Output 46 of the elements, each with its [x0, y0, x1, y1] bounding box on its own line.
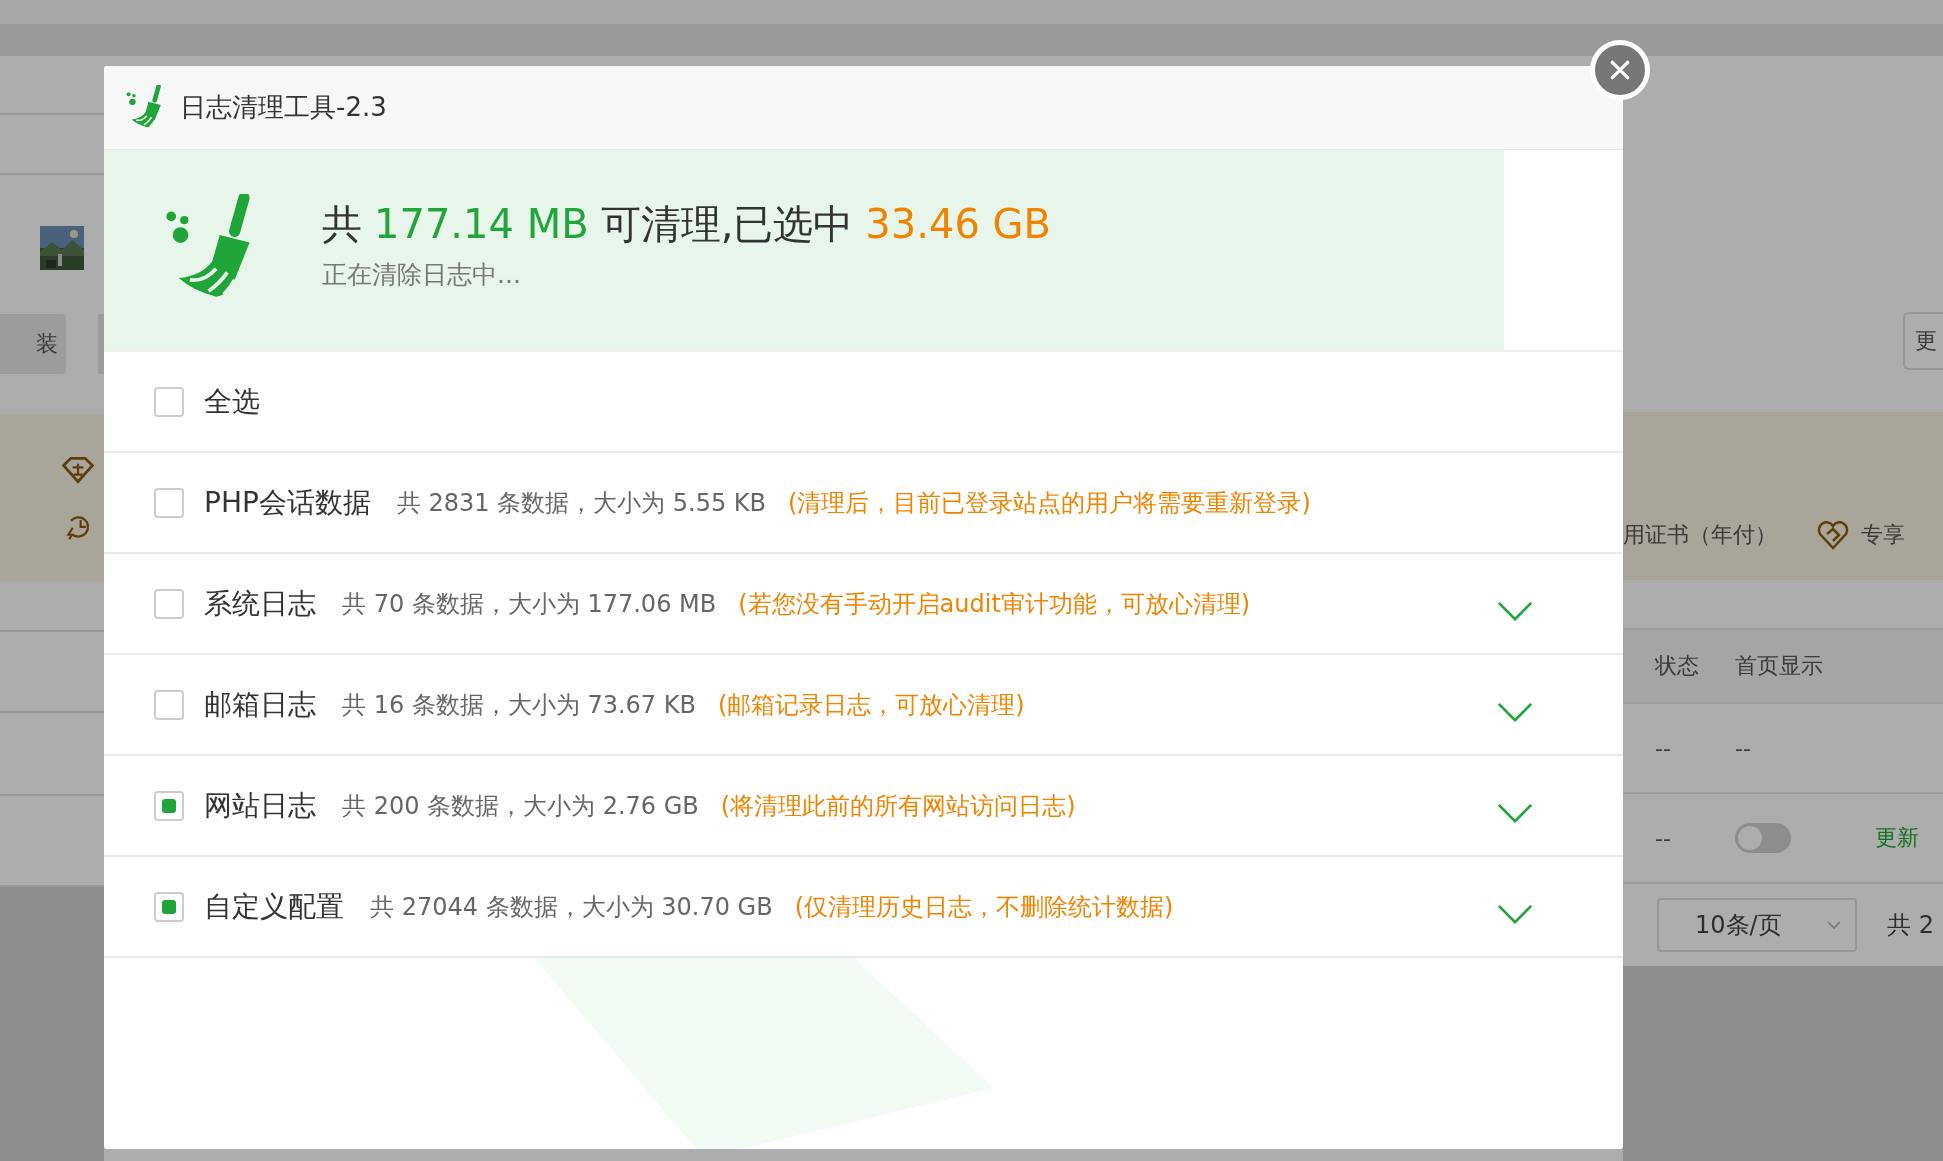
total-count: 共 2 — [1887, 910, 1934, 941]
checkbox[interactable] — [154, 487, 184, 518]
item-note: (将清理此前的所有网站访问日志) — [720, 790, 1076, 822]
column-header: 状态 — [1654, 652, 1700, 680]
chevron-down-icon[interactable] — [1497, 701, 1533, 722]
more-button[interactable]: 更 — [1903, 312, 1943, 370]
update-link[interactable]: 更新 — [1875, 823, 1919, 853]
checkbox[interactable] — [154, 386, 184, 417]
column-header: 首页显示 — [1734, 652, 1824, 680]
summary-text: 共 177.14 MB 可清理,已选中 33.46 GB — [322, 200, 1052, 249]
table-cell-text: -- — [1654, 735, 1672, 761]
close-icon — [1609, 59, 1631, 81]
tab-button[interactable]: 装 — [0, 314, 66, 374]
item-name: 自定义配置 — [204, 888, 344, 925]
checkbox[interactable] — [154, 689, 184, 720]
item-name: PHP会话数据 — [204, 484, 371, 521]
item-note: (清理后，目前已登录站点的用户将需要重新登录) — [788, 487, 1311, 519]
dialog-title: 日志清理工具-2.3 — [180, 91, 387, 124]
item-info: 共 16 条数据，大小为 73.67 KB — [342, 689, 696, 721]
item-note: (仅清理历史日志，不删除统计数据) — [794, 891, 1174, 923]
item-note: (若您没有手动开启audit审计功能，可放心清理) — [738, 588, 1251, 620]
status-text: 正在清除日志中... — [322, 259, 522, 291]
chevron-down-icon[interactable] — [1497, 600, 1533, 621]
toggle-switch[interactable] — [1735, 823, 1791, 853]
promo-text: 专享 — [1861, 521, 1905, 549]
heart-icon — [1817, 520, 1849, 550]
chevron-down-icon[interactable] — [1497, 802, 1533, 823]
diamond-icon — [60, 456, 96, 484]
table-cell-text: -- — [1654, 825, 1672, 851]
promo-text: 用证书（年付） — [1623, 521, 1777, 549]
item-name: 邮箱日志 — [204, 686, 316, 723]
checkbox[interactable] — [154, 790, 184, 821]
chevron-down-icon[interactable] — [1497, 903, 1533, 924]
checkbox[interactable] — [154, 891, 184, 922]
item-info: 共 200 条数据，大小为 2.76 GB — [342, 790, 699, 822]
page-size-select[interactable]: 10条/页 — [1657, 898, 1857, 952]
item-info: 共 27044 条数据，大小为 30.70 GB — [370, 891, 773, 923]
item-info: 共 70 条数据，大小为 177.06 MB — [342, 588, 717, 620]
select-all-label: 全选 — [204, 383, 260, 420]
item-name: 系统日志 — [204, 585, 316, 622]
item-info: 共 2831 条数据，大小为 5.55 KB — [396, 487, 767, 519]
caret-icon — [1827, 921, 1841, 929]
table-cell-text: -- — [1734, 735, 1752, 761]
item-name: 网站日志 — [204, 787, 316, 824]
item-note: (邮箱记录日志，可放心清理) — [717, 689, 1025, 721]
checkbox[interactable] — [154, 588, 184, 619]
